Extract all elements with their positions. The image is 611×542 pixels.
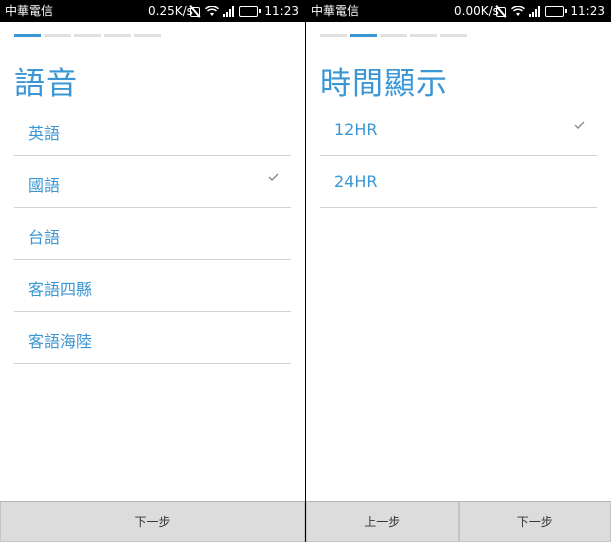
step-dot — [380, 34, 407, 37]
option-english[interactable]: 英語 — [14, 104, 291, 156]
next-button[interactable]: 下一步 — [0, 502, 305, 542]
step-dot — [320, 34, 347, 37]
clock: 11:23 — [264, 4, 299, 18]
option-label: 台語 — [28, 228, 61, 247]
option-24hr[interactable]: 24HR — [320, 156, 597, 208]
step-dot — [44, 34, 71, 37]
setup-sheet: 時間顯示 12HR 24HR 上一步 下一步 — [306, 22, 611, 542]
step-dot — [74, 34, 101, 37]
battery-icon — [239, 5, 262, 17]
signal-icon — [223, 5, 235, 17]
check-icon — [268, 173, 279, 181]
mute-icon — [188, 5, 201, 18]
time-format-option-list: 12HR 24HR — [320, 104, 597, 208]
option-hakka-sixian[interactable]: 客語四縣 — [14, 260, 291, 312]
language-option-list: 英語 國語 台語 客語四縣 客語海陸 — [14, 104, 291, 364]
option-hakka-hailu[interactable]: 客語海陸 — [14, 312, 291, 364]
step-dot — [440, 34, 467, 37]
network-speed: 0.25K/s — [148, 4, 193, 18]
bottom-action-bar: 上一步 下一步 — [306, 501, 611, 542]
option-label: 12HR — [334, 120, 378, 139]
wifi-icon — [511, 5, 526, 16]
network-speed: 0.00K/s — [454, 4, 499, 18]
battery-icon — [545, 5, 568, 17]
signal-icon — [529, 5, 541, 17]
option-label: 客語四縣 — [28, 280, 93, 299]
setup-sheet: 語音 英語 國語 台語 客語四縣 客語海陸 下一步 — [0, 22, 305, 542]
option-label: 客語海陸 — [28, 332, 93, 351]
option-label: 24HR — [334, 172, 378, 191]
option-12hr[interactable]: 12HR — [320, 104, 597, 156]
page-title: 語音 — [14, 66, 78, 102]
carrier-name: 中華電信 — [5, 4, 54, 18]
status-bar: 中華電信 0.25K/s 11:23 — [0, 0, 305, 22]
option-label: 英語 — [28, 124, 61, 143]
screen-time-format: 中華電信 0.00K/s 11:23 時間顯示 12HR 24HR 上一步 下一… — [306, 0, 611, 542]
next-button[interactable]: 下一步 — [458, 502, 611, 542]
step-dot — [134, 34, 161, 37]
step-indicator — [14, 34, 161, 37]
clock: 11:23 — [570, 4, 605, 18]
option-taiwanese[interactable]: 台語 — [14, 208, 291, 260]
step-dot — [104, 34, 131, 37]
check-icon — [574, 121, 585, 129]
bottom-action-bar: 下一步 — [0, 501, 305, 542]
step-indicator — [320, 34, 467, 37]
step-dot — [14, 34, 41, 37]
mute-icon — [494, 5, 507, 18]
step-dot — [350, 34, 377, 37]
wifi-icon — [205, 5, 220, 16]
step-dot — [410, 34, 437, 37]
status-bar: 中華電信 0.00K/s 11:23 — [306, 0, 611, 22]
carrier-name: 中華電信 — [311, 4, 360, 18]
option-label: 國語 — [28, 176, 61, 195]
page-title: 時間顯示 — [320, 66, 448, 102]
screen-language: 中華電信 0.25K/s 11:23 語音 英語 國語 台語 客語四縣 客語海陸… — [0, 0, 305, 542]
previous-button[interactable]: 上一步 — [306, 502, 459, 542]
option-mandarin[interactable]: 國語 — [14, 156, 291, 208]
